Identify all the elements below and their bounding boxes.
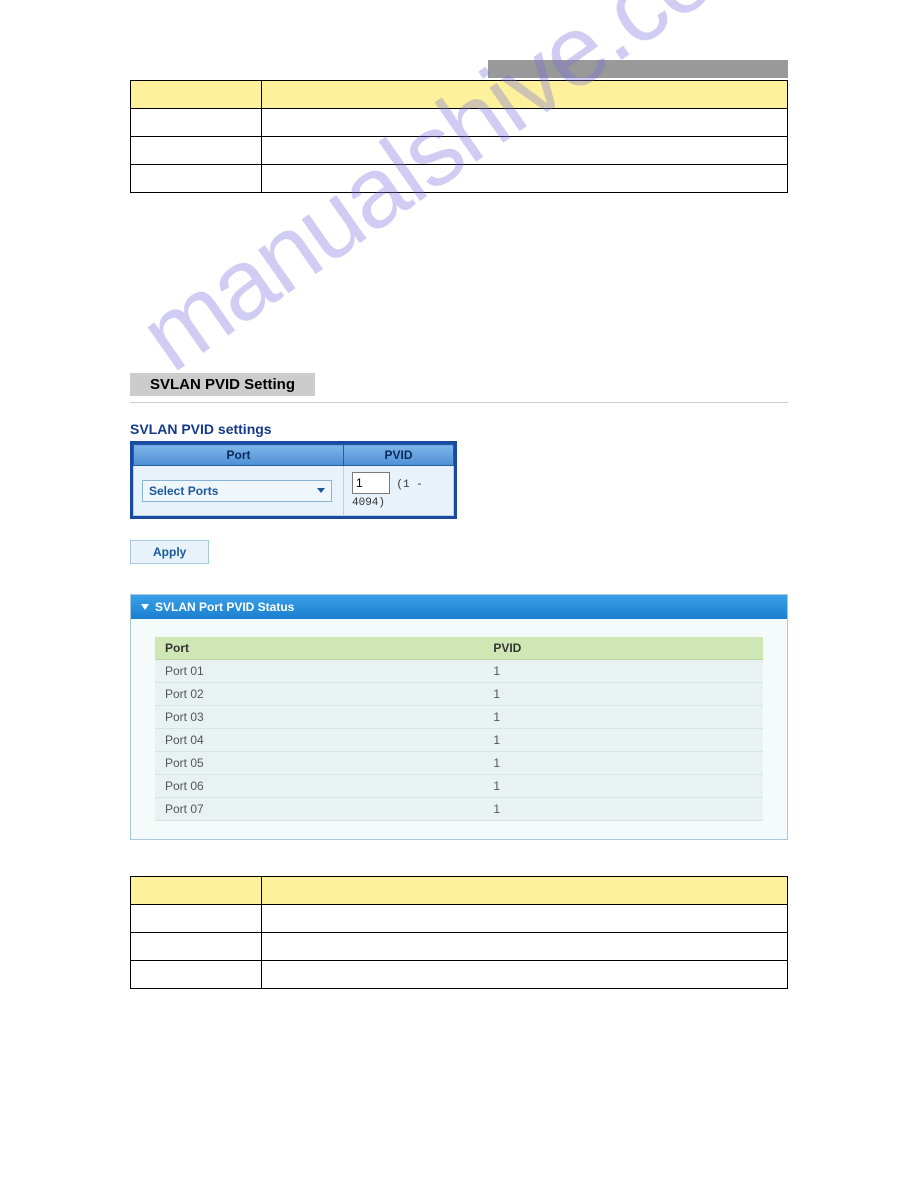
desc-cell bbox=[131, 165, 262, 193]
description-table-bottom bbox=[130, 876, 788, 989]
page-header-rule bbox=[130, 60, 788, 78]
status-pvid-cell: 1 bbox=[483, 660, 763, 683]
status-pvid-cell: 1 bbox=[483, 683, 763, 706]
status-panel-header[interactable]: SVLAN Port PVID Status bbox=[131, 595, 787, 619]
status-header-port: Port bbox=[155, 637, 483, 660]
table-row: Port 021 bbox=[155, 683, 763, 706]
chevron-down-icon bbox=[141, 604, 149, 610]
status-pvid-cell: 1 bbox=[483, 775, 763, 798]
status-port-cell: Port 01 bbox=[155, 660, 483, 683]
desc-cell bbox=[131, 933, 262, 961]
desc-cell bbox=[262, 109, 788, 137]
desc-header-description bbox=[262, 877, 788, 905]
status-pvid-cell: 1 bbox=[483, 798, 763, 821]
desc-cell bbox=[131, 137, 262, 165]
status-port-cell: Port 07 bbox=[155, 798, 483, 821]
description-table-top bbox=[130, 80, 788, 193]
status-panel-title: SVLAN Port PVID Status bbox=[155, 600, 294, 614]
desc-cell bbox=[131, 961, 262, 989]
desc-cell bbox=[262, 905, 788, 933]
apply-button[interactable]: Apply bbox=[130, 540, 209, 564]
svlan-pvid-setting-title: SVLAN PVID Setting bbox=[130, 373, 315, 396]
status-header-pvid: PVID bbox=[483, 637, 763, 660]
desc-cell bbox=[262, 961, 788, 989]
header-gray-block bbox=[488, 60, 788, 78]
desc-cell bbox=[131, 905, 262, 933]
status-port-cell: Port 06 bbox=[155, 775, 483, 798]
table-row: Port 061 bbox=[155, 775, 763, 798]
status-port-cell: Port 03 bbox=[155, 706, 483, 729]
desc-cell bbox=[262, 933, 788, 961]
settings-header-port: Port bbox=[134, 445, 344, 466]
svlan-settings-box: Port PVID Select Ports (1 - 4094) bbox=[130, 441, 457, 519]
status-port-cell: Port 04 bbox=[155, 729, 483, 752]
desc-header-label bbox=[131, 877, 262, 905]
status-pvid-cell: 1 bbox=[483, 752, 763, 775]
pvid-input[interactable] bbox=[352, 472, 390, 494]
divider bbox=[130, 402, 788, 403]
desc-cell bbox=[262, 165, 788, 193]
table-row: Port 041 bbox=[155, 729, 763, 752]
select-ports-dropdown-label: Select Ports bbox=[149, 484, 218, 498]
svlan-port-pvid-status-panel: SVLAN Port PVID Status Port PVID Port 01… bbox=[130, 594, 788, 840]
desc-cell bbox=[131, 109, 262, 137]
desc-cell bbox=[262, 137, 788, 165]
desc-header-label bbox=[131, 81, 262, 109]
table-row: Port 011 bbox=[155, 660, 763, 683]
status-pvid-cell: 1 bbox=[483, 706, 763, 729]
svlan-pvid-settings-label: SVLAN PVID settings bbox=[130, 421, 788, 437]
status-table: Port PVID Port 011Port 021Port 031Port 0… bbox=[155, 637, 763, 821]
table-row: Port 071 bbox=[155, 798, 763, 821]
status-port-cell: Port 05 bbox=[155, 752, 483, 775]
table-row: Port 051 bbox=[155, 752, 763, 775]
settings-header-pvid: PVID bbox=[344, 445, 454, 466]
chevron-down-icon bbox=[317, 488, 325, 493]
status-port-cell: Port 02 bbox=[155, 683, 483, 706]
desc-header-description bbox=[262, 81, 788, 109]
status-pvid-cell: 1 bbox=[483, 729, 763, 752]
table-row: Port 031 bbox=[155, 706, 763, 729]
select-ports-dropdown[interactable]: Select Ports bbox=[142, 480, 332, 502]
